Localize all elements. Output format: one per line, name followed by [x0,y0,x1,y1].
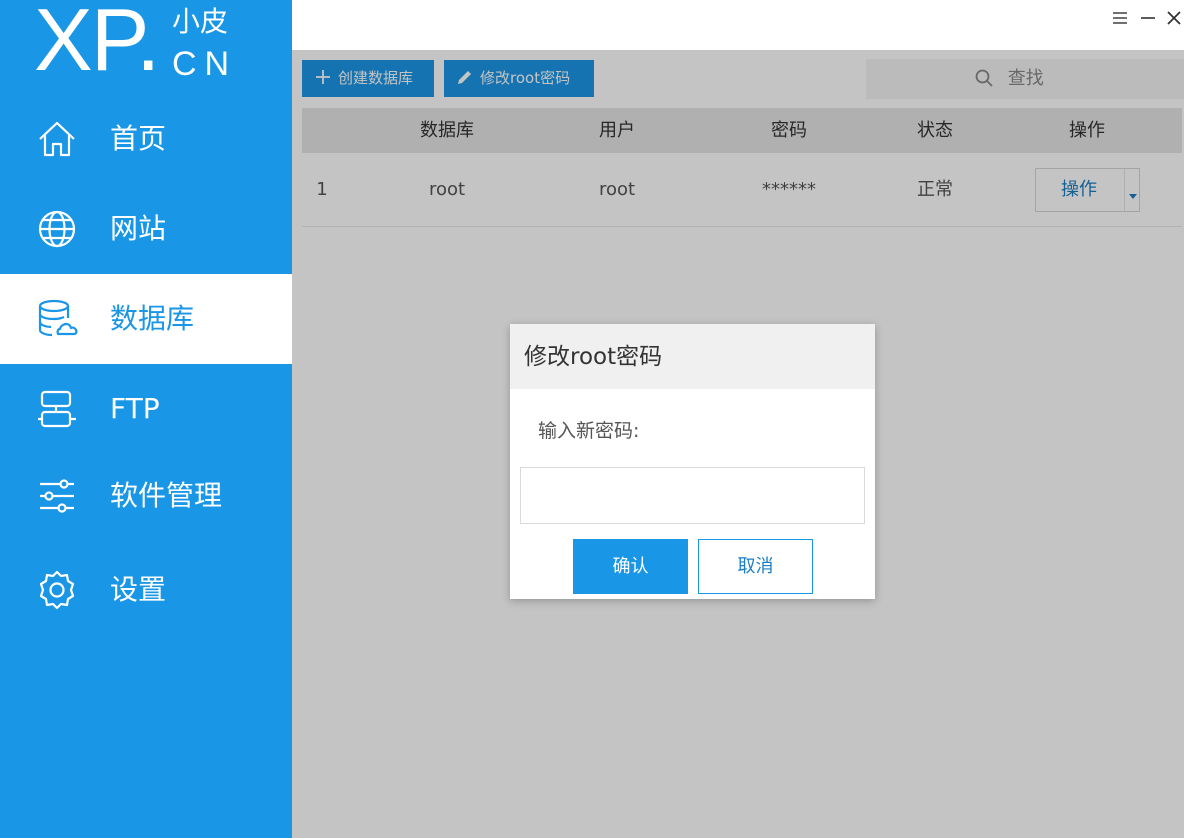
ftp-icon [36,388,78,430]
title-bar [292,0,1184,50]
sidebar-item-software[interactable]: 软件管理 [0,451,292,541]
sidebar-item-home[interactable]: 首页 [0,94,292,184]
gear-icon [36,569,78,611]
sidebar-item-label: FTP [110,392,160,425]
dialog-title: 修改root密码 [524,344,663,370]
sidebar-item-label: 设置 [110,573,167,606]
sidebar-item-ftp[interactable]: FTP [0,364,292,454]
sidebar-item-label: 数据库 [110,302,195,335]
sidebar-item-database[interactable]: 数据库 [0,274,292,364]
close-icon[interactable] [1164,8,1184,28]
sliders-icon [36,475,78,517]
dialog-header: 修改root密码 [510,324,875,389]
confirm-button[interactable]: 确认 [573,539,688,594]
sidebar-item-label: 首页 [110,122,167,155]
logo-main-text: XP. [34,0,160,89]
logo-top-text: 小皮 [172,5,229,38]
sidebar-item-label: 网站 [110,212,167,245]
sidebar-item-settings[interactable]: 设置 [0,545,292,635]
sidebar: XP. 小皮 CN 首页 网站 数据库 FTP 软件管理 设置 [0,0,292,838]
new-password-input[interactable] [520,467,865,524]
new-password-label: 输入新密码: [538,420,640,442]
sidebar-item-label: 软件管理 [110,479,223,512]
database-icon [36,298,78,340]
app-logo: XP. 小皮 CN [0,0,292,94]
minimize-icon[interactable] [1138,8,1158,28]
change-root-password-dialog: 修改root密码 输入新密码: 确认 取消 [510,324,875,599]
globe-icon [36,208,78,250]
home-icon [36,118,78,160]
cancel-button[interactable]: 取消 [698,539,813,594]
menu-icon[interactable] [1110,8,1130,28]
sidebar-item-website[interactable]: 网站 [0,184,292,274]
logo-bottom-text: CN [172,45,238,83]
